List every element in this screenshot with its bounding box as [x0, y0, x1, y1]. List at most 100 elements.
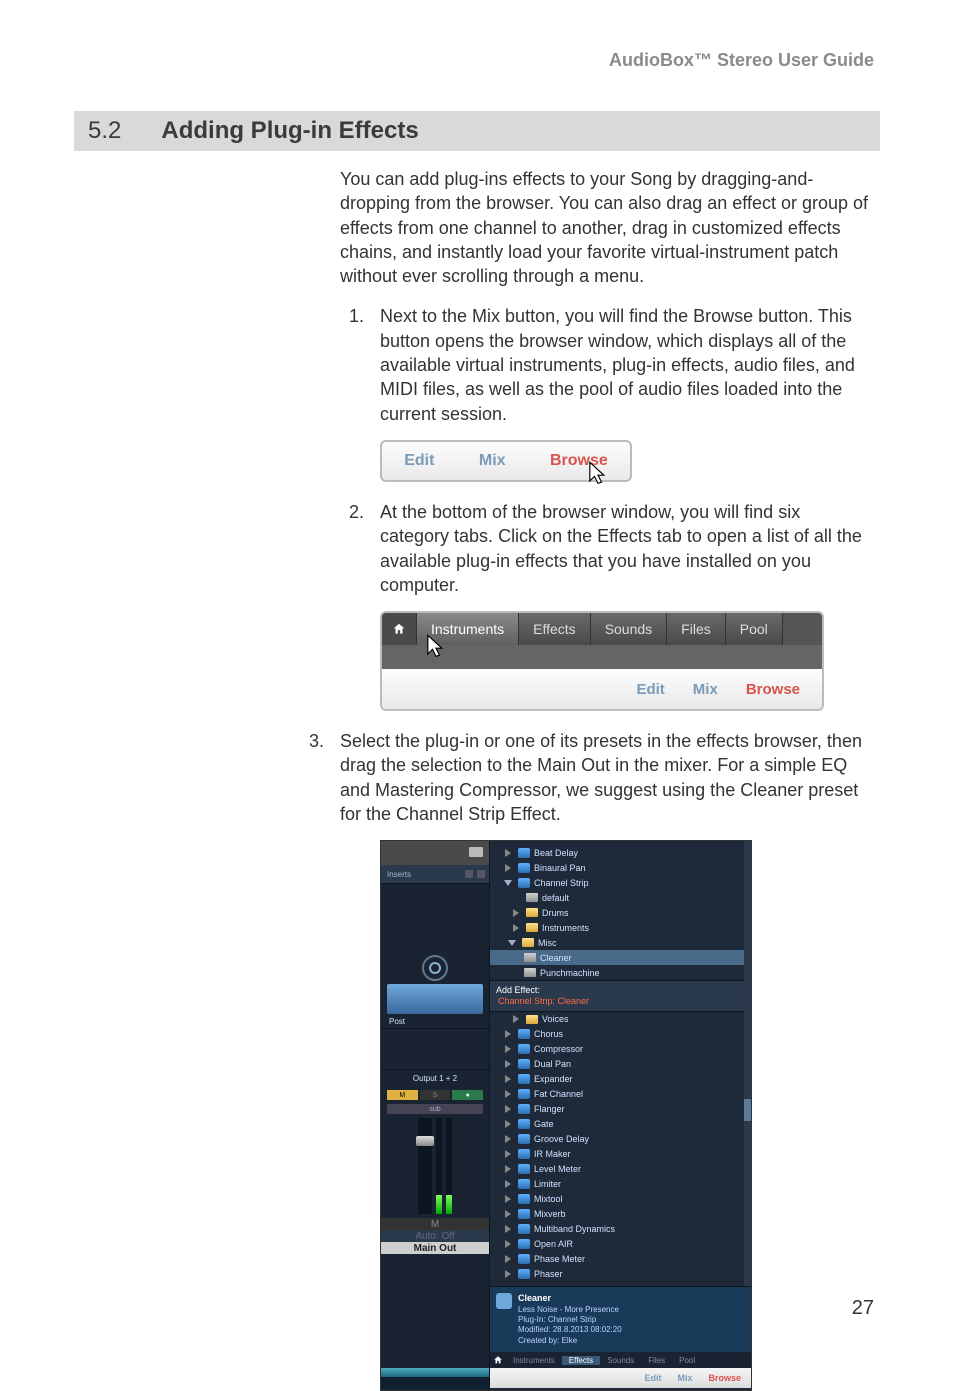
- list-item[interactable]: Mixverb: [490, 1207, 751, 1222]
- add-effect-tooltip: Add Effect: Channel Strip: Cleaner: [490, 980, 751, 1012]
- home-tab-icon[interactable]: [382, 613, 417, 645]
- preset-icon: [524, 968, 536, 977]
- effect-icon: [518, 1179, 530, 1189]
- inserts-label: Inserts: [387, 870, 411, 879]
- preset-cleaner[interactable]: Cleaner: [490, 950, 751, 965]
- solo-mode-button[interactable]: S: [420, 1090, 451, 1100]
- effect-thumbnail[interactable]: [387, 984, 483, 1014]
- mute-button[interactable]: M: [387, 1090, 418, 1100]
- list-item[interactable]: Misc: [490, 935, 751, 950]
- list-item[interactable]: Flanger: [490, 1102, 751, 1117]
- list-item[interactable]: Chorus: [490, 1027, 751, 1042]
- step-1: 1. Next to the Mix button, you will find…: [340, 304, 874, 425]
- effect-icon: [518, 1269, 530, 1279]
- effect-icon: [518, 1239, 530, 1249]
- list-item[interactable]: Groove Delay: [490, 1132, 751, 1147]
- effect-icon: [518, 1089, 530, 1099]
- list-item[interactable]: Punchmachine: [490, 965, 751, 980]
- mix-button-3[interactable]: Mix: [677, 1373, 692, 1383]
- sub-button[interactable]: sub: [387, 1104, 483, 1114]
- cursor-icon: [422, 633, 450, 661]
- effect-icon: [518, 848, 530, 858]
- list-item[interactable]: Level Meter: [490, 1162, 751, 1177]
- edit-button-3[interactable]: Edit: [644, 1373, 661, 1383]
- step-3-number: 3.: [300, 729, 324, 826]
- section-title: Adding Plug-in Effects: [161, 117, 418, 145]
- intro-paragraph: You can add plug-ins effects to your Son…: [340, 167, 874, 288]
- effect-icon: [518, 1059, 530, 1069]
- mix-button-2[interactable]: Mix: [693, 681, 718, 698]
- figure-toolbar-browse: Edit Mix Browse: [380, 440, 632, 482]
- list-item[interactable]: Voices: [490, 1012, 751, 1027]
- list-item[interactable]: default: [490, 890, 751, 905]
- preset-info-icon: [496, 1293, 512, 1309]
- effect-icon: [518, 1074, 530, 1084]
- list-item[interactable]: Dual Pan: [490, 1057, 751, 1072]
- step-1-number: 1.: [340, 304, 364, 425]
- list-item[interactable]: Binaural Pan: [490, 860, 751, 875]
- preset-icon: [526, 893, 538, 902]
- effect-icon: [518, 1104, 530, 1114]
- step-3-text: Select the plug-in or one of its presets…: [340, 729, 874, 826]
- volume-fader[interactable]: [418, 1118, 432, 1214]
- list-item[interactable]: IR Maker: [490, 1147, 751, 1162]
- power-icon[interactable]: [422, 955, 448, 981]
- preset-icon: [524, 953, 536, 962]
- list-item[interactable]: Open AIR: [490, 1237, 751, 1252]
- tab-pool[interactable]: Pool: [726, 613, 783, 645]
- page-number: 27: [852, 1297, 874, 1320]
- level-meter: [436, 1118, 442, 1214]
- browse-button-2[interactable]: Browse: [746, 681, 800, 698]
- main-out-label[interactable]: Main Out: [381, 1242, 489, 1254]
- tab-instruments[interactable]: Instruments: [506, 1356, 562, 1365]
- list-item[interactable]: Mixtool: [490, 1192, 751, 1207]
- effects-tree: Beat Delay Binaural Pan Channel Strip de…: [490, 841, 751, 1286]
- list-item[interactable]: Phaser: [490, 1267, 751, 1282]
- list-item[interactable]: Channel Strip: [490, 875, 751, 890]
- home-tab-icon[interactable]: [490, 1355, 506, 1365]
- folder-icon: [526, 908, 538, 917]
- automation-mode[interactable]: Auto: Off: [381, 1230, 489, 1242]
- tab-effects[interactable]: Effects: [519, 613, 591, 645]
- tab-sounds[interactable]: Sounds: [591, 613, 667, 645]
- list-item[interactable]: Instruments: [490, 920, 751, 935]
- level-meter: [446, 1118, 452, 1214]
- effect-icon: [518, 1134, 530, 1144]
- list-item[interactable]: Limiter: [490, 1177, 751, 1192]
- list-item[interactable]: Expander: [490, 1072, 751, 1087]
- edit-button-2[interactable]: Edit: [636, 681, 664, 698]
- tab-files[interactable]: Files: [641, 1356, 672, 1365]
- list-item[interactable]: Fat Channel: [490, 1087, 751, 1102]
- edit-button[interactable]: Edit: [404, 452, 434, 470]
- folder-icon: [522, 938, 534, 947]
- mix-button[interactable]: Mix: [479, 452, 506, 470]
- inserts-controls[interactable]: [465, 870, 485, 878]
- effect-icon: [518, 878, 530, 888]
- figure-effects-browser-drag: Inserts Post Output 1 + 2 M S ●: [380, 840, 752, 1391]
- list-item[interactable]: Beat Delay: [490, 845, 751, 860]
- folder-icon: [526, 923, 538, 932]
- list-item[interactable]: Compressor: [490, 1042, 751, 1057]
- scrollbar[interactable]: [744, 841, 751, 1318]
- step-2: 2. At the bottom of the browser window, …: [340, 500, 874, 597]
- list-item[interactable]: Gate: [490, 1117, 751, 1132]
- running-header: AudioBox™ Stereo User Guide: [80, 50, 874, 71]
- section-number: 5.2: [88, 117, 121, 145]
- tab-files[interactable]: Files: [667, 613, 726, 645]
- effect-icon: [518, 1149, 530, 1159]
- tab-pool[interactable]: Pool: [672, 1356, 702, 1365]
- tab-sounds[interactable]: Sounds: [600, 1356, 641, 1365]
- section-header-bar: 5.2 Adding Plug-in Effects: [74, 111, 880, 151]
- solo-indicator[interactable]: ●: [452, 1090, 483, 1100]
- list-item[interactable]: Phase Meter: [490, 1252, 751, 1267]
- effect-icon: [518, 1044, 530, 1054]
- list-item[interactable]: Drums: [490, 905, 751, 920]
- cursor-icon: [584, 460, 612, 488]
- figure-browser-tabs: Instruments Effects Sounds Files Pool Ed…: [380, 611, 824, 711]
- list-item[interactable]: Multiband Dynamics: [490, 1222, 751, 1237]
- effect-icon: [518, 863, 530, 873]
- transport-strip: [381, 1368, 490, 1390]
- browse-button-3[interactable]: Browse: [708, 1373, 741, 1383]
- tab-effects[interactable]: Effects: [562, 1356, 600, 1365]
- channel-mute[interactable]: M: [381, 1218, 489, 1230]
